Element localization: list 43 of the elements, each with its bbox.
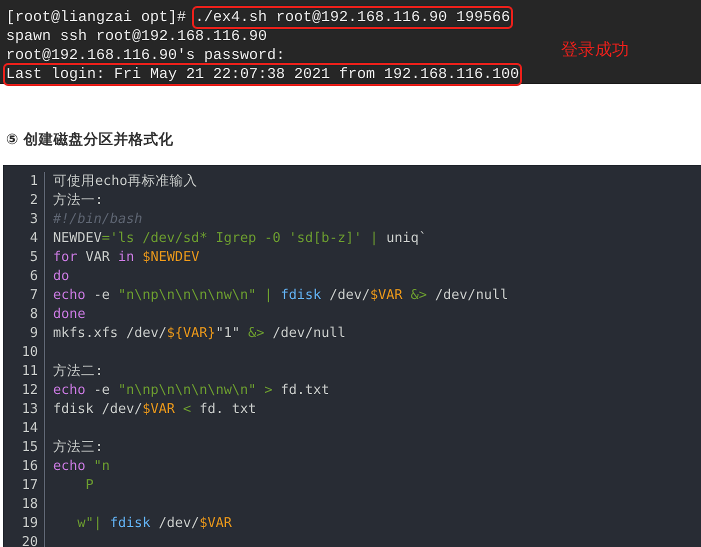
- line-number: 2: [3, 191, 45, 210]
- line-number: 8: [3, 305, 45, 324]
- line-number: 5: [3, 248, 45, 267]
- highlighted-terminal-text: Last login: Fri May 21 22:07:38 2021 from 192.168.116.100: [6, 66, 520, 83]
- code-line: NEWDEV='ls /dev/sd* Igrep -0 'sd[b-z]' | uniq`: [53, 230, 427, 246]
- code-line: P: [84, 477, 94, 493]
- code-line: fdisk /dev/$VAR < fd. txt: [53, 401, 256, 417]
- terminal-text: root@192.168.116.90's password:: [6, 47, 286, 64]
- highlighted-terminal-text: ./ex4.sh root@192.168.116.90 199566: [195, 9, 510, 26]
- line-number: 20: [3, 533, 45, 547]
- section-heading: ⑤ 创建磁盘分区并格式化: [5, 130, 174, 150]
- line-number: 11: [3, 362, 45, 381]
- code-line: 方法一:: [53, 192, 104, 208]
- code-line: w"| fdisk /dev/$VAR: [76, 515, 232, 531]
- code-line: echo -e "n\np\n\n\n\nw\n" > fd.txt: [53, 382, 330, 398]
- code-line: echo "n: [53, 458, 110, 474]
- line-number: 4: [3, 229, 45, 248]
- annotation-text: 登录成功: [561, 39, 629, 61]
- line-number: 19: [3, 514, 45, 533]
- code-line: mkfs.xfs /dev/${VAR}"1" &> /dev/null: [53, 325, 346, 341]
- code-line: #!/bin/bash: [53, 211, 142, 227]
- line-number: 6: [3, 267, 45, 286]
- line-number: 10: [3, 343, 45, 362]
- line-number: 9: [3, 324, 45, 343]
- code-line: 可使用echo再标准输入: [53, 173, 198, 189]
- line-number: 14: [3, 419, 45, 438]
- line-number: 1: [3, 172, 45, 191]
- line-number: 12: [3, 381, 45, 400]
- line-number: 15: [3, 438, 45, 457]
- line-number: 16: [3, 457, 45, 476]
- line-number: 7: [3, 286, 45, 305]
- code-line: done: [53, 306, 86, 322]
- line-number: 17: [3, 476, 45, 495]
- terminal-text: spawn ssh root@192.168.116.90: [6, 28, 268, 45]
- code-line: 方法三:: [53, 439, 104, 455]
- line-number: 3: [3, 210, 45, 229]
- terminal-text: [root@liangzai opt]#: [6, 9, 188, 26]
- code-line: 方法二:: [53, 363, 104, 379]
- code-line: do: [53, 268, 70, 284]
- line-number: 13: [3, 400, 45, 419]
- code-line: echo -e "n\np\n\n\n\nw\n" | fdisk /dev/$VAR &> /dev/null: [53, 287, 508, 303]
- line-number: 18: [3, 495, 45, 514]
- code-line: for VAR in $NEWDEV: [53, 249, 200, 265]
